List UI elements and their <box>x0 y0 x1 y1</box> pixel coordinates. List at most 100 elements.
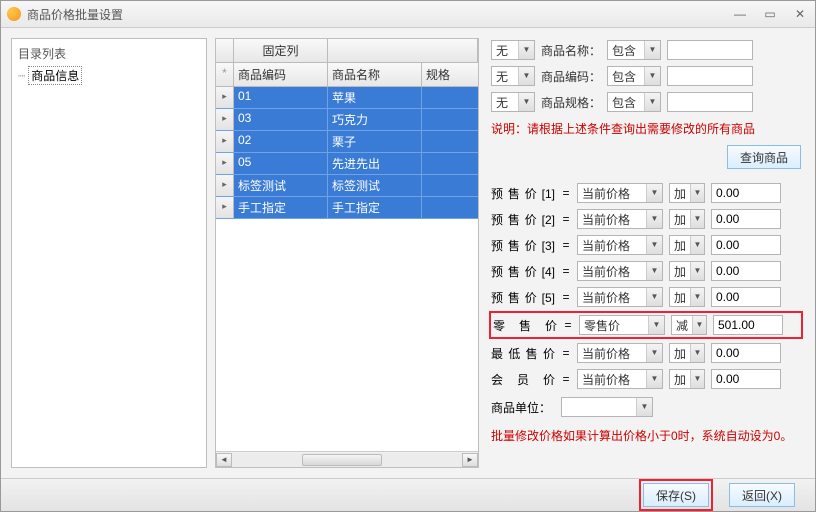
scroll-thumb[interactable] <box>302 454 382 466</box>
equals-sign: = <box>561 238 571 252</box>
op-combo[interactable]: 加▼ <box>669 343 705 363</box>
table-row[interactable]: ▸02栗子 <box>216 131 478 153</box>
value-input[interactable] <box>711 209 781 229</box>
chevron-down-icon: ▼ <box>646 288 662 306</box>
app-window: 商品价格批量设置 — ▭ ✕ 目录列表 ┈ 商品信息 固定列 * 商品编码 <box>0 0 816 512</box>
basis-combo[interactable]: 当前价格▼ <box>577 235 663 255</box>
chevron-down-icon: ▼ <box>692 316 706 334</box>
value-input[interactable] <box>713 315 783 335</box>
chevron-down-icon: ▼ <box>646 262 662 280</box>
grid-corner <box>216 39 234 62</box>
cell-spec <box>422 87 478 108</box>
table-row[interactable]: ▸05先进先出 <box>216 153 478 175</box>
value-input[interactable] <box>711 183 781 203</box>
filter-row-name: 无▼ 商品名称： 包含▼ <box>491 40 805 60</box>
window-title: 商品价格批量设置 <box>27 6 123 23</box>
filter1-value-input[interactable] <box>667 40 753 60</box>
price-row: 预售价[5]=当前价格▼加▼ <box>491 287 805 307</box>
close-button[interactable]: ✕ <box>791 7 809 21</box>
row-indicator-icon: ▸ <box>216 109 234 130</box>
table-row[interactable]: ▸标签测试标签测试 <box>216 175 478 197</box>
filter2-value-input[interactable] <box>667 66 753 86</box>
grid-header-top: 固定列 <box>216 39 478 63</box>
basis-combo[interactable]: 当前价格▼ <box>577 261 663 281</box>
basis-combo[interactable]: 当前价格▼ <box>577 183 663 203</box>
filter3-value-input[interactable] <box>667 92 753 112</box>
chevron-down-icon: ▼ <box>518 67 534 85</box>
chevron-down-icon: ▼ <box>690 262 704 280</box>
basis-combo[interactable]: 当前价格▼ <box>577 209 663 229</box>
save-button[interactable]: 保存(S) <box>643 483 709 507</box>
price-note: 批量修改价格如果计算出价格小于0时，系统自动设为0。 <box>491 427 805 444</box>
cell-spec <box>422 131 478 152</box>
chevron-down-icon: ▼ <box>644 41 660 59</box>
op-combo[interactable]: 加▼ <box>669 235 705 255</box>
value-input[interactable] <box>711 261 781 281</box>
scroll-track[interactable] <box>232 453 462 467</box>
price-row: 预售价[3] = 当前价格▼ 加▼ <box>491 235 805 255</box>
chevron-down-icon: ▼ <box>646 184 662 202</box>
price-label: 预售价[3] <box>491 237 555 254</box>
op-combo[interactable]: 加▼ <box>669 287 705 307</box>
filter3-op-combo[interactable]: 包含▼ <box>607 92 661 112</box>
filter-note: 说明：请根据上述条件查询出需要修改的所有商品 <box>491 120 805 137</box>
basis-combo[interactable]: 当前价格▼ <box>577 343 663 363</box>
query-row: 查询商品 <box>491 145 805 169</box>
value-input[interactable] <box>711 235 781 255</box>
chevron-down-icon: ▼ <box>646 210 662 228</box>
tree-root-item[interactable]: ┈ 商品信息 <box>18 66 200 85</box>
price-label: 预售价[1] <box>491 185 555 202</box>
basis-combo[interactable]: 当前价格▼ <box>577 369 663 389</box>
h-scrollbar[interactable]: ◄ ► <box>216 451 478 467</box>
save-highlight: 保存(S) <box>639 479 713 511</box>
scroll-left-icon[interactable]: ◄ <box>216 453 232 467</box>
value-input[interactable] <box>711 369 781 389</box>
op-combo[interactable]: 加▼ <box>669 183 705 203</box>
filter2-op-combo[interactable]: 包含▼ <box>607 66 661 86</box>
filter1-logic-combo[interactable]: 无▼ <box>491 40 535 60</box>
op-combo[interactable]: 加▼ <box>669 261 705 281</box>
cell-code: 02 <box>234 131 328 152</box>
grid-star-icon: * <box>216 63 234 86</box>
table-row[interactable]: ▸手工指定手工指定 <box>216 197 478 219</box>
chevron-down-icon: ▼ <box>690 184 704 202</box>
price-label: 预售价[5] <box>491 289 555 306</box>
filter3-logic-combo[interactable]: 无▼ <box>491 92 535 112</box>
maximize-button[interactable]: ▭ <box>761 7 779 21</box>
tree-line-icon: ┈ <box>18 69 24 83</box>
table-row[interactable]: ▸03巧克力 <box>216 109 478 131</box>
scroll-right-icon[interactable]: ► <box>462 453 478 467</box>
chevron-down-icon: ▼ <box>646 344 662 362</box>
cell-name: 手工指定 <box>328 197 422 218</box>
price-label: 最低售价 <box>491 345 555 362</box>
unit-combo[interactable]: ▼ <box>561 397 653 417</box>
cell-code: 手工指定 <box>234 197 328 218</box>
op-combo[interactable]: 减▼ <box>671 315 707 335</box>
minimize-button[interactable]: — <box>731 7 749 21</box>
content: 目录列表 ┈ 商品信息 固定列 * 商品编码 商品名称 规格 ▸01苹果▸03巧… <box>1 28 815 478</box>
row-indicator-icon: ▸ <box>216 197 234 218</box>
grid-body: ▸01苹果▸03巧克力▸02栗子▸05先进先出▸标签测试标签测试▸手工指定手工指… <box>216 87 478 219</box>
grid-header: * 商品编码 商品名称 规格 <box>216 63 478 87</box>
price-label: 会 员 价 <box>491 371 555 388</box>
op-combo[interactable]: 加▼ <box>669 209 705 229</box>
col-name[interactable]: 商品名称 <box>328 63 422 86</box>
col-code[interactable]: 商品编码 <box>234 63 328 86</box>
value-input[interactable] <box>711 343 781 363</box>
table-row[interactable]: ▸01苹果 <box>216 87 478 109</box>
basis-combo[interactable]: 当前价格▼ <box>577 287 663 307</box>
filter1-op-combo[interactable]: 包含▼ <box>607 40 661 60</box>
basis-combo[interactable]: 零售价▼ <box>579 315 665 335</box>
back-button[interactable]: 返回(X) <box>729 483 795 507</box>
op-combo[interactable]: 加▼ <box>669 369 705 389</box>
titlebar: 商品价格批量设置 — ▭ ✕ <box>1 1 815 28</box>
filter2-logic-combo[interactable]: 无▼ <box>491 66 535 86</box>
equals-sign: = <box>561 264 571 278</box>
cell-spec <box>422 153 478 174</box>
price-row: 预售价[4]=当前价格▼加▼ <box>491 261 805 281</box>
value-input[interactable] <box>711 287 781 307</box>
chevron-down-icon: ▼ <box>518 93 534 111</box>
query-button[interactable]: 查询商品 <box>727 145 801 169</box>
col-spec[interactable]: 规格 <box>422 63 478 86</box>
chevron-down-icon: ▼ <box>648 316 664 334</box>
